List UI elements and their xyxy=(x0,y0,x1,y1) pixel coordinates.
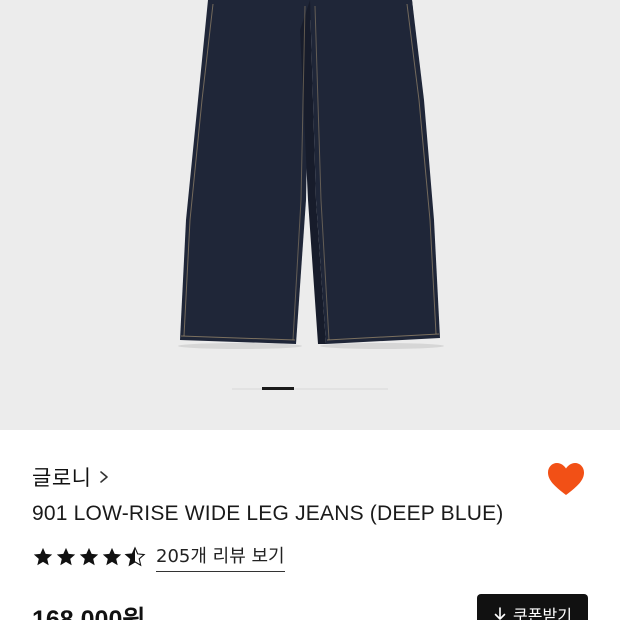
product-info-section: 글로니 901 LOW-RISE WIDE LEG JEANS (DEEP BL… xyxy=(0,430,620,620)
star-full-icon xyxy=(33,547,53,566)
chevron-right-icon xyxy=(100,471,109,483)
star-full-icon xyxy=(56,547,76,566)
product-price: 168,000원 xyxy=(32,606,146,620)
star-full-icon xyxy=(102,547,122,566)
review-link[interactable]: 205개 리뷰 보기 xyxy=(156,542,285,572)
brand-link[interactable]: 글로니 xyxy=(32,462,111,492)
rating-row: 205개 리뷰 보기 xyxy=(32,542,285,572)
product-photo-jeans xyxy=(178,0,444,349)
coupon-label: 쿠폰받기 xyxy=(513,606,572,620)
product-title: 901 LOW-RISE WIDE LEG JEANS (DEEP BLUE) xyxy=(32,502,504,525)
carousel-active-indicator xyxy=(262,387,294,390)
star-full-icon xyxy=(79,547,99,566)
brand-name: 글로니 xyxy=(32,466,92,490)
product-image-area[interactable] xyxy=(0,0,620,430)
star-rating xyxy=(32,546,146,568)
coupon-button[interactable]: 쿠폰받기 xyxy=(477,594,588,620)
heart-icon[interactable] xyxy=(546,460,586,500)
arrow-down-icon xyxy=(494,607,506,620)
carousel-indicator[interactable] xyxy=(232,387,388,390)
star-half-icon xyxy=(124,546,146,567)
